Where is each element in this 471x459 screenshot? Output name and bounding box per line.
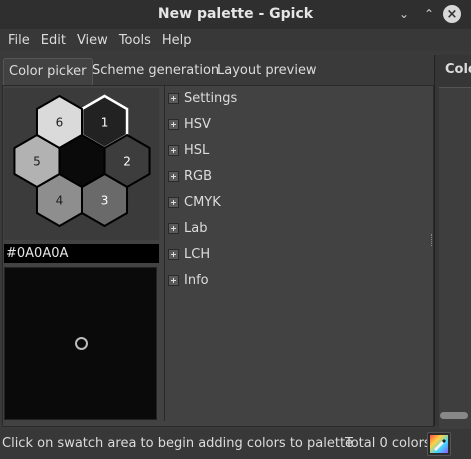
section-label: RGB <box>184 168 213 184</box>
tab-color-picker[interactable]: Color picker <box>3 58 93 85</box>
section-cmyk[interactable]: CMYK <box>168 193 221 211</box>
section-lab[interactable]: Lab <box>168 219 207 237</box>
tab-layout-preview[interactable]: Layout preview <box>212 58 322 84</box>
swatch-label-6: 6 <box>56 116 64 130</box>
palette-list[interactable] <box>439 87 471 459</box>
section-label: HSL <box>184 142 210 158</box>
palette-pane: Colo <box>434 55 471 459</box>
title-bar: New palette - Gpick ⌄ ⌃ × <box>0 0 471 29</box>
section-rgb[interactable]: RGB <box>168 167 212 185</box>
section-settings[interactable]: Settings <box>168 89 237 107</box>
menu-bar: File Edit View Tools Help <box>0 29 471 51</box>
swatch-label-1: 1 <box>101 116 109 130</box>
expander-icon[interactable] <box>168 170 179 182</box>
tab-bar: Color picker Scheme generation Layout pr… <box>0 58 432 86</box>
color-picker-button[interactable] <box>427 432 451 456</box>
app-window: New palette - Gpick ⌄ ⌃ × File Edit View… <box>0 0 471 459</box>
swatch-label-3: 3 <box>101 194 109 208</box>
section-label: Lab <box>184 220 208 236</box>
menu-help[interactable]: Help <box>162 33 192 48</box>
menu-edit[interactable]: Edit <box>41 33 66 48</box>
menu-tools[interactable]: Tools <box>119 33 151 48</box>
status-bar: Click on swatch area to begin adding col… <box>0 429 471 459</box>
eyedropper-icon <box>430 435 448 453</box>
color-hex-field[interactable]: #0A0A0A <box>4 244 159 263</box>
section-label: HSV <box>184 116 211 132</box>
expander-icon[interactable] <box>168 274 179 286</box>
section-label: CMYK <box>184 194 221 210</box>
expander-icon[interactable] <box>168 118 179 130</box>
swatch-label-2: 2 <box>123 155 131 169</box>
section-label: Info <box>184 272 209 288</box>
section-hsv[interactable]: HSV <box>168 115 211 133</box>
section-hsl[interactable]: HSL <box>168 141 209 159</box>
swatch-hexagons: 1 2 3 4 5 6 <box>4 88 159 240</box>
status-message: Click on swatch area to begin adding col… <box>2 436 354 451</box>
picker-cursor <box>75 337 88 350</box>
tab-scheme-generation[interactable]: Scheme generation <box>87 58 224 84</box>
maximize-icon[interactable]: ⌃ <box>419 4 439 24</box>
minimize-icon[interactable]: ⌄ <box>394 4 414 24</box>
section-label: LCH <box>184 246 211 262</box>
expander-icon[interactable] <box>168 222 179 234</box>
swatch-label-4: 4 <box>56 194 64 208</box>
pane-resize-handle[interactable] <box>431 234 435 246</box>
expander-icon[interactable] <box>168 248 179 260</box>
close-icon[interactable]: × <box>443 5 461 23</box>
expander-icon[interactable] <box>168 144 179 156</box>
expander-icon[interactable] <box>168 196 179 208</box>
color-properties-list: Settings HSV HSL RGB CMYK Lab LCH Info <box>164 86 431 421</box>
menu-view[interactable]: View <box>77 33 108 48</box>
palette-scrollbar[interactable] <box>440 412 468 419</box>
section-lch[interactable]: LCH <box>168 245 210 263</box>
expander-icon[interactable] <box>168 92 179 104</box>
menu-file[interactable]: File <box>8 33 30 48</box>
swatch-label-5: 5 <box>33 155 41 169</box>
palette-pane-title: Colo <box>445 62 471 77</box>
section-label: Settings <box>184 90 238 106</box>
color-count: Total 0 colors <box>345 436 431 451</box>
swatch-area[interactable] <box>4 267 157 420</box>
section-info[interactable]: Info <box>168 271 209 289</box>
